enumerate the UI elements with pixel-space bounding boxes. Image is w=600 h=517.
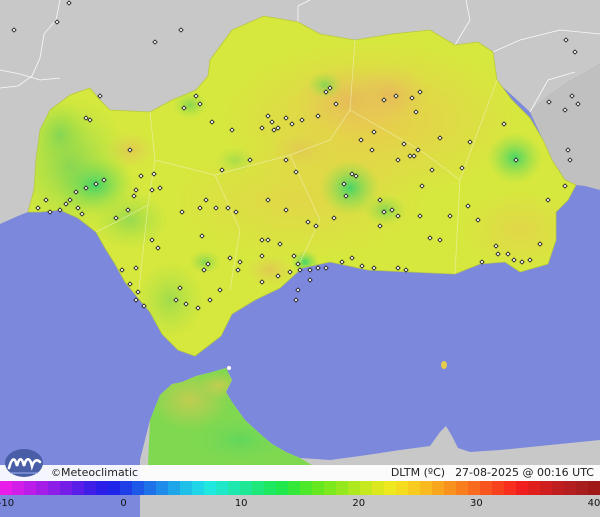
scale-segment <box>492 481 504 495</box>
scale-tick-label: 0 <box>120 498 127 509</box>
scale-segment <box>288 481 300 495</box>
scale-segment <box>204 481 216 495</box>
scale-segment <box>456 481 468 495</box>
scale-segment <box>540 481 552 495</box>
scale-segment <box>240 481 252 495</box>
scale-segment <box>300 481 312 495</box>
scale-segment <box>216 481 228 495</box>
scale-segment <box>420 481 432 495</box>
scale-tick-label: 10 <box>234 498 248 509</box>
scale-segment <box>324 481 336 495</box>
scale-segment <box>384 481 396 495</box>
temperature-color-scale <box>0 481 600 495</box>
temperature-map: ©Meteoclimatic DLTM (ºC) 27-08-2025 @ 00:… <box>0 0 600 517</box>
scale-tick-labels: -10 0 10 20 30 40 <box>0 496 600 512</box>
brand-name: Meteoclimatic <box>61 466 139 479</box>
scale-segment <box>576 481 588 495</box>
scale-segment <box>120 481 132 495</box>
scale-segment <box>168 481 180 495</box>
map-canvas <box>0 0 600 517</box>
scale-segment <box>108 481 120 495</box>
scale-tick-label: -10 <box>0 498 15 509</box>
scale-segment <box>180 481 192 495</box>
copyright-icon: © <box>51 468 61 479</box>
scale-segment <box>12 481 24 495</box>
scale-segment <box>516 481 528 495</box>
scale-segment <box>528 481 540 495</box>
scale-segment <box>312 481 324 495</box>
scale-segment <box>432 481 444 495</box>
map-info: DLTM (ºC) 27-08-2025 @ 00:16 UTC <box>391 466 594 480</box>
scale-segment <box>360 481 372 495</box>
scale-segment <box>144 481 156 495</box>
scale-segment <box>480 481 492 495</box>
scale-tick-label: 20 <box>352 498 366 509</box>
scale-segment <box>192 481 204 495</box>
scale-segment <box>72 481 84 495</box>
alboran-island <box>441 361 447 369</box>
scale-segment <box>588 481 600 495</box>
scale-segment <box>396 481 408 495</box>
gibraltar-point <box>227 366 231 370</box>
scale-segment <box>132 481 144 495</box>
timestamp-label: 27-08-2025 @ 00:16 UTC <box>455 466 594 479</box>
brand-label: ©Meteoclimatic <box>51 466 138 480</box>
scale-segment <box>60 481 72 495</box>
scale-segment <box>228 481 240 495</box>
scale-segment <box>24 481 36 495</box>
scale-segment <box>264 481 276 495</box>
scale-segment <box>36 481 48 495</box>
scale-segment <box>96 481 108 495</box>
scale-segment <box>156 481 168 495</box>
scale-segment <box>0 481 12 495</box>
scale-tick-label: 40 <box>587 498 600 509</box>
scale-segment <box>48 481 60 495</box>
scale-segment <box>504 481 516 495</box>
scale-segment <box>564 481 576 495</box>
scale-segment <box>552 481 564 495</box>
variable-label: DLTM (ºC) <box>390 466 446 479</box>
meteoclimatic-logo-icon <box>5 449 43 477</box>
scale-segment <box>408 481 420 495</box>
scale-tick-label: 30 <box>470 498 483 509</box>
scale-segment <box>336 481 348 495</box>
scale-segment <box>84 481 96 495</box>
scale-segment <box>276 481 288 495</box>
scale-segment <box>252 481 264 495</box>
scale-segment <box>372 481 384 495</box>
scale-segment <box>348 481 360 495</box>
scale-segment <box>444 481 456 495</box>
scale-segment <box>468 481 480 495</box>
